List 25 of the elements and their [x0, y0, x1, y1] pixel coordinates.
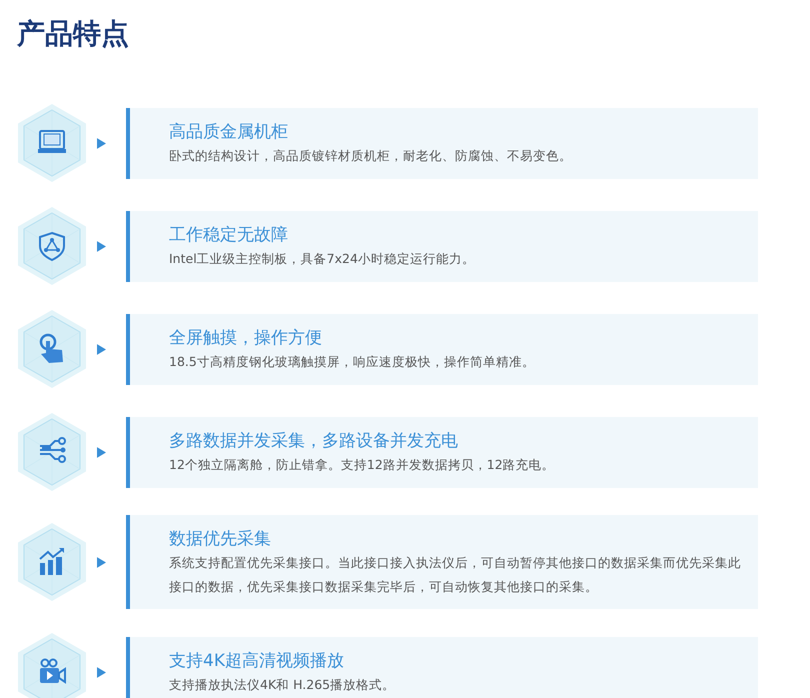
- feature-description: Intel工业级主控制板，具备7x24小时稳定运行能力。: [169, 250, 476, 268]
- feature-title: 数据优先采集: [169, 528, 272, 551]
- triangle-icon: [97, 556, 106, 568]
- feature-description: 系统支持配置优先采集接口。当此接口接入执法仪后，可自动暂停其他接口的数据采集而优先采集此接口的数据，优先采集接口数据采集完毕后，可自动恢复其他接口的采集。: [169, 554, 742, 596]
- feature-description: 支持播放执法仪4K和 H.265播放格式。: [169, 676, 396, 694]
- section-heading: 产品特点: [16, 16, 130, 52]
- feature-title: 多路数据并发采集，多路设备并发充电: [169, 430, 459, 453]
- triangle-icon: [97, 666, 106, 678]
- triangle-icon: [97, 446, 106, 458]
- feature-description: 12个独立隔离舱，防止错拿。支持12路并发数据拷贝，12路充电。: [169, 456, 556, 474]
- feature-title: 全屏触摸，操作方便: [169, 327, 323, 350]
- circuit-icon: [17, 412, 87, 492]
- feature-description: 18.5寸高精度钢化玻璃触摸屏，响应速度极快，操作简单精准。: [169, 353, 536, 371]
- video-camera-icon: [17, 632, 87, 698]
- feature-title: 高品质金属机柜: [169, 121, 289, 144]
- triangle-icon: [97, 240, 106, 252]
- monitor-icon: [17, 103, 87, 183]
- touch-hand-icon: [17, 309, 87, 389]
- triangle-icon: [97, 344, 106, 354]
- shield-icon: [17, 206, 87, 286]
- chart-icon: [17, 522, 87, 602]
- feature-title: 支持4K超高清视频播放: [169, 650, 345, 673]
- feature-description: 卧式的结构设计，高品质镀锌材质机柜，耐老化、防腐蚀、不易变色。: [169, 147, 573, 165]
- feature-title: 工作稳定无故障: [169, 224, 289, 247]
- triangle-icon: [97, 138, 106, 148]
